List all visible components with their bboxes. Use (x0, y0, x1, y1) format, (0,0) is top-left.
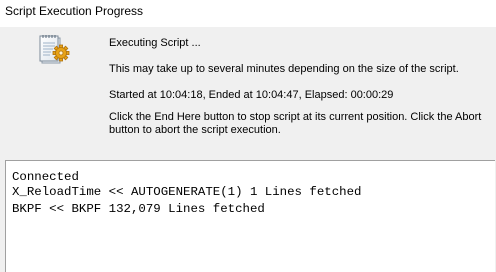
instructions-text: Click the End Here button to stop script… (109, 111, 482, 136)
title-bar[interactable]: Script Execution Progress (0, 0, 496, 27)
window-title: Script Execution Progress (5, 4, 144, 18)
log-line: X_ReloadTime << AUTOGENERATE(1) 1 Lines … (12, 185, 362, 199)
log-line: Connected (12, 170, 79, 184)
script-progress-dialog: Script Execution Progress Executing Scri… (0, 0, 496, 272)
duration-note-text: This may take up to several minutes depe… (109, 63, 459, 75)
timing-text: Started at 10:04:18, Ended at 10:04:47, … (109, 89, 394, 101)
executing-status-text: Executing Script ... (109, 37, 201, 49)
execution-log-panel[interactable]: Connected X_ReloadTime << AUTOGENERATE(1… (5, 160, 495, 272)
log-line: BKPF << BKPF 132,079 Lines fetched (12, 202, 265, 216)
script-document-icon (39, 35, 70, 64)
